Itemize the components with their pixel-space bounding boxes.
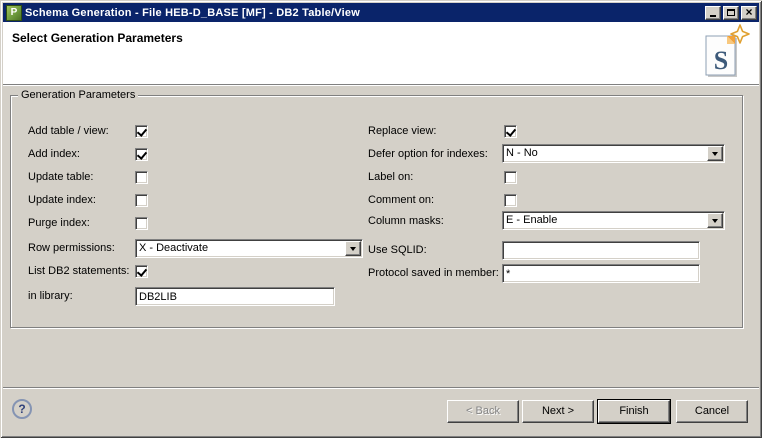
- row-permissions-label: Row permissions:: [28, 242, 115, 254]
- update-table-checkbox[interactable]: [135, 171, 148, 184]
- finish-button[interactable]: Finish: [598, 400, 670, 423]
- update-index-label: Update index:: [28, 194, 96, 206]
- list-db2-statements-checkbox[interactable]: [135, 265, 148, 278]
- row-permissions-value: X - Deactivate: [139, 242, 209, 254]
- wizard-header: Select Generation Parameters S: [3, 22, 759, 85]
- chevron-down-icon: [350, 246, 356, 251]
- column-masks-dropdown-button[interactable]: [707, 213, 723, 228]
- update-index-checkbox[interactable]: [135, 194, 148, 207]
- schema-generation-dialog: P Schema Generation - File HEB-D_BASE [M…: [0, 0, 762, 438]
- footer-separator: [3, 387, 759, 389]
- cancel-button[interactable]: Cancel: [676, 400, 748, 423]
- chevron-down-icon: [712, 218, 718, 223]
- help-button[interactable]: ?: [12, 399, 32, 419]
- maximize-icon: [727, 9, 735, 16]
- use-sqlid-label: Use SQLID:: [368, 244, 427, 256]
- comment-on-label: Comment on:: [368, 194, 435, 206]
- close-button[interactable]: ×: [741, 5, 757, 20]
- page-title: Select Generation Parameters: [12, 31, 183, 45]
- comment-on-checkbox[interactable]: [504, 194, 517, 207]
- update-table-label: Update table:: [28, 171, 94, 183]
- purge-index-label: Purge index:: [28, 217, 90, 229]
- column-masks-select[interactable]: E - Enable: [502, 211, 725, 230]
- in-library-input[interactable]: [135, 287, 335, 306]
- predict-app-icon: P: [6, 4, 22, 21]
- add-table-view-checkbox[interactable]: [135, 125, 148, 138]
- back-button[interactable]: < Back: [447, 400, 519, 423]
- label-on-checkbox[interactable]: [504, 171, 517, 184]
- schema-document-icon: S: [705, 24, 750, 77]
- window-title: Schema Generation - File HEB-D_BASE [MF]…: [25, 6, 360, 19]
- group-title: Generation Parameters: [18, 89, 139, 102]
- close-icon: ×: [745, 5, 753, 19]
- label-on-label: Label on:: [368, 171, 414, 183]
- protocol-member-label: Protocol saved in member:: [368, 267, 499, 279]
- defer-option-dropdown-button[interactable]: [707, 146, 723, 161]
- row-permissions-select[interactable]: X - Deactivate: [135, 239, 363, 258]
- protocol-member-input[interactable]: [502, 264, 700, 283]
- add-index-checkbox[interactable]: [135, 148, 148, 161]
- replace-view-label: Replace view:: [368, 125, 437, 137]
- list-db2-statements-label: List DB2 statements:: [28, 265, 130, 277]
- in-library-label: in library:: [28, 290, 73, 302]
- purge-index-checkbox[interactable]: [135, 217, 148, 230]
- defer-option-label: Defer option for indexes:: [368, 148, 488, 160]
- defer-option-select[interactable]: N - No: [502, 144, 725, 163]
- svg-text:S: S: [714, 46, 728, 75]
- titlebar[interactable]: P Schema Generation - File HEB-D_BASE [M…: [3, 3, 759, 22]
- minimize-button[interactable]: [705, 5, 721, 20]
- column-masks-label: Column masks:: [368, 215, 444, 227]
- next-button[interactable]: Next >: [522, 400, 594, 423]
- minimize-icon: [710, 15, 716, 17]
- column-masks-value: E - Enable: [506, 214, 558, 226]
- add-table-view-label: Add table / view:: [28, 125, 109, 137]
- defer-option-value: N - No: [506, 147, 538, 159]
- use-sqlid-input[interactable]: [502, 241, 700, 260]
- replace-view-checkbox[interactable]: [504, 125, 517, 138]
- chevron-down-icon: [712, 151, 718, 156]
- add-index-label: Add index:: [28, 148, 80, 160]
- maximize-button[interactable]: [723, 5, 739, 20]
- row-permissions-dropdown-button[interactable]: [345, 241, 361, 256]
